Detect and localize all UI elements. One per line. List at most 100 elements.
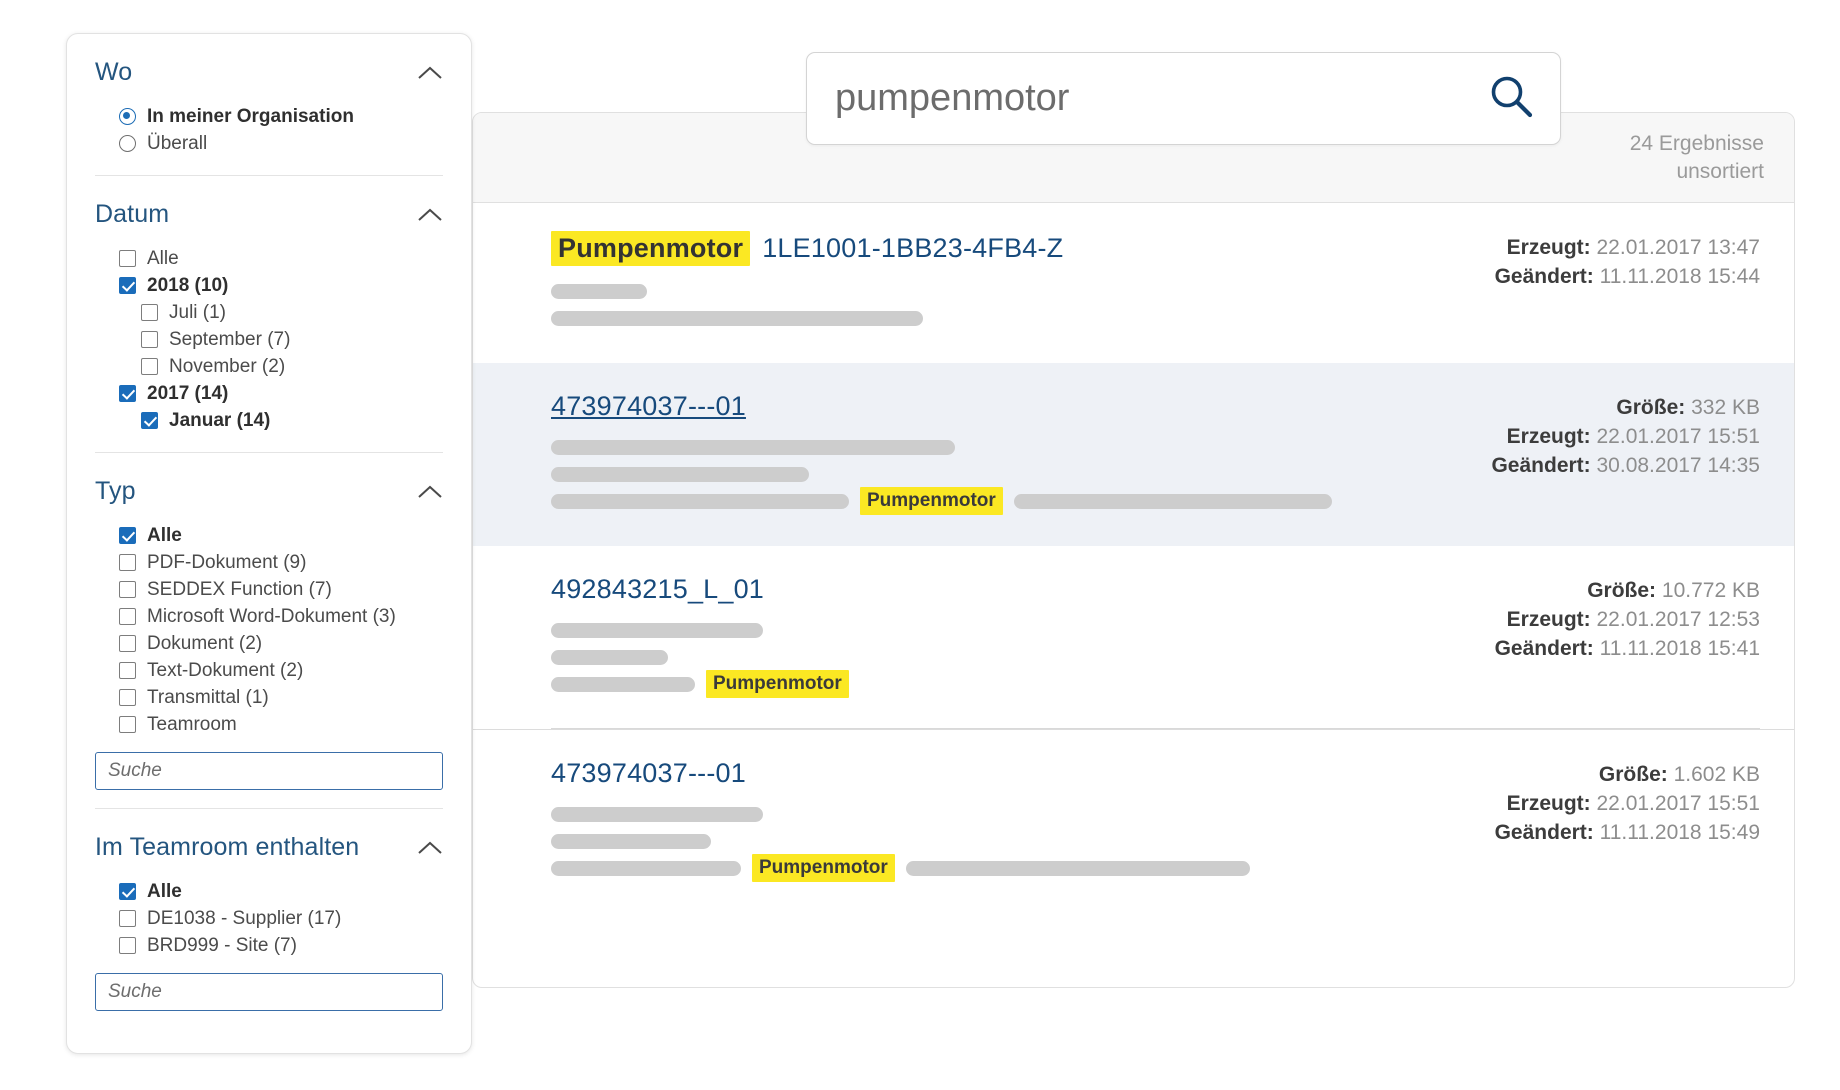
facet-header-datum[interactable]: Datum <box>95 200 443 229</box>
metadata-value: 22.01.2017 13:47 <box>1597 236 1761 259</box>
checkbox-icon[interactable] <box>141 358 158 375</box>
teamroom-facet-search-input[interactable] <box>95 973 443 1011</box>
checkbox-option-microsoft-word-dokument[interactable]: Microsoft Word-Dokument (3) <box>119 603 443 629</box>
radio-icon[interactable] <box>119 135 136 152</box>
result-metadata: Größe: 332 KB Erzeugt: 22.01.2017 15:51 … <box>1491 393 1760 480</box>
checkbox-icon[interactable] <box>119 662 136 679</box>
chevron-up-icon[interactable] <box>417 484 443 500</box>
checkbox-option-transmittal[interactable]: Transmittal (1) <box>119 684 443 710</box>
result-row[interactable]: 492843215_L_01 Pumpenmotor Größe: 10.772… <box>473 546 1794 729</box>
checkbox-option-teamroom[interactable]: Teamroom <box>119 711 443 737</box>
search-input[interactable] <box>833 76 1482 121</box>
result-link[interactable]: 492843215_L_01 <box>551 574 764 605</box>
search-button[interactable] <box>1482 70 1540 128</box>
checkbox-option-text-dokument[interactable]: Text-Dokument (2) <box>119 657 443 683</box>
checkbox-icon[interactable] <box>119 910 136 927</box>
checkbox-icon-checked[interactable] <box>119 883 136 900</box>
checkbox-label: Dokument (2) <box>147 634 262 653</box>
checkbox-option-november[interactable]: November (2) <box>119 353 443 379</box>
checkbox-option-september[interactable]: September (7) <box>119 326 443 352</box>
checkbox-icon[interactable] <box>119 635 136 652</box>
placeholder-bar <box>551 650 668 665</box>
metadata-line: Geändert: 11.11.2018 15:44 <box>1495 262 1760 291</box>
checkbox-icon[interactable] <box>119 716 136 733</box>
checkbox-option-juli[interactable]: Juli (1) <box>119 299 443 325</box>
result-row[interactable]: Pumpenmotor 1LE1001-1BB23-4FB4-Z Erzeugt… <box>473 203 1794 363</box>
facet-group-datum: Datum Alle 2018 (10) Juli (1) <box>95 175 443 452</box>
facet-group-wo: Wo In meiner Organisation Überall <box>95 34 443 175</box>
checkbox-icon[interactable] <box>119 689 136 706</box>
checkbox-option-alle[interactable]: Alle <box>119 522 443 548</box>
facet-title-teamroom: Im Teamroom enthalten <box>95 833 359 862</box>
checkbox-icon[interactable] <box>141 331 158 348</box>
snippet-line: Pumpenmotor <box>551 493 1760 509</box>
result-link[interactable]: 473974037---01 <box>551 758 746 789</box>
checkbox-option-pdf-dokument[interactable]: PDF-Dokument (9) <box>119 549 443 575</box>
metadata-line: Erzeugt: 22.01.2017 15:51 <box>1495 789 1760 818</box>
metadata-label: Erzeugt: <box>1507 425 1591 448</box>
checkbox-icon[interactable] <box>119 581 136 598</box>
facet-header-wo[interactable]: Wo <box>95 58 443 87</box>
checkbox-option-brd999-site[interactable]: BRD999 - Site (7) <box>119 932 443 958</box>
metadata-value: 11.11.2018 15:49 <box>1600 821 1760 844</box>
checkbox-option-alle[interactable]: Alle <box>119 878 443 904</box>
chevron-up-icon[interactable] <box>417 65 443 81</box>
metadata-label: Erzeugt: <box>1507 608 1591 631</box>
checkbox-icon[interactable] <box>119 937 136 954</box>
checkbox-option-dokument[interactable]: Dokument (2) <box>119 630 443 656</box>
checkbox-label: Text-Dokument (2) <box>147 661 303 680</box>
placeholder-bar <box>551 834 711 849</box>
facet-options-wo: In meiner Organisation Überall <box>95 103 443 156</box>
checkbox-icon-checked[interactable] <box>119 385 136 402</box>
metadata-value: 11.11.2018 15:41 <box>1600 637 1760 660</box>
facet-title-typ: Typ <box>95 477 136 506</box>
result-row[interactable]: 473974037---01 Pumpenmotor Größe: 3 <box>473 363 1794 546</box>
radio-option-ueberall[interactable]: Überall <box>119 130 443 156</box>
result-link[interactable]: 1LE1001-1BB23-4FB4-Z <box>762 233 1063 264</box>
metadata-line: Erzeugt: 22.01.2017 12:53 <box>1495 605 1760 634</box>
checkbox-option-2018[interactable]: 2018 (10) <box>119 272 443 298</box>
search-bar <box>806 52 1561 145</box>
checkbox-icon[interactable] <box>119 250 136 267</box>
snippet-line: Pumpenmotor <box>551 860 1760 876</box>
placeholder-bar <box>551 807 763 822</box>
checkbox-icon-checked[interactable] <box>141 412 158 429</box>
checkbox-icon[interactable] <box>119 608 136 625</box>
placeholder-bar <box>551 623 763 638</box>
results-sort-text[interactable]: unsortiert <box>1630 158 1764 186</box>
checkbox-icon-checked[interactable] <box>119 527 136 544</box>
snippet-line: Pumpenmotor <box>551 676 1760 692</box>
result-link[interactable]: 473974037---01 <box>551 391 746 422</box>
result-row[interactable]: 473974037---01 Pumpenmotor Größe: <box>473 729 1794 913</box>
facet-header-typ[interactable]: Typ <box>95 477 443 506</box>
checkbox-icon[interactable] <box>119 554 136 571</box>
metadata-value: 332 KB <box>1691 396 1760 419</box>
checkbox-label: Januar (14) <box>169 411 270 430</box>
checkbox-option-de1038-supplier[interactable]: DE1038 - Supplier (17) <box>119 905 443 931</box>
result-metadata: Größe: 1.602 KB Erzeugt: 22.01.2017 15:5… <box>1495 760 1760 847</box>
checkbox-label: Alle <box>147 882 182 901</box>
placeholder-bar <box>551 467 809 482</box>
search-term-highlight: Pumpenmotor <box>860 487 1003 515</box>
facet-group-teamroom: Im Teamroom enthalten Alle DE1038 - Supp… <box>95 808 443 1029</box>
metadata-line: Geändert: 11.11.2018 15:41 <box>1495 634 1760 663</box>
checkbox-icon-checked[interactable] <box>119 277 136 294</box>
checkbox-label: Alle <box>147 526 182 545</box>
search-results-page: Wo In meiner Organisation Überall Datum <box>0 0 1840 1090</box>
checkbox-option-januar[interactable]: Januar (14) <box>119 407 443 433</box>
checkbox-icon[interactable] <box>141 304 158 321</box>
chevron-up-icon[interactable] <box>417 840 443 856</box>
checkbox-option-2017[interactable]: 2017 (14) <box>119 380 443 406</box>
checkbox-label: 2017 (14) <box>147 384 228 403</box>
facet-title-wo: Wo <box>95 58 132 87</box>
chevron-up-icon[interactable] <box>417 207 443 223</box>
checkbox-label: September (7) <box>169 330 290 349</box>
facet-header-teamroom[interactable]: Im Teamroom enthalten <box>95 833 443 862</box>
radio-icon-selected[interactable] <box>119 108 136 125</box>
placeholder-bar <box>551 284 647 299</box>
typ-facet-search-input[interactable] <box>95 752 443 790</box>
checkbox-option-seddex-function[interactable]: SEDDEX Function (7) <box>119 576 443 602</box>
metadata-value: 30.08.2017 14:35 <box>1597 454 1761 477</box>
checkbox-option-alle[interactable]: Alle <box>119 245 443 271</box>
radio-option-in-meiner-organisation[interactable]: In meiner Organisation <box>119 103 443 129</box>
